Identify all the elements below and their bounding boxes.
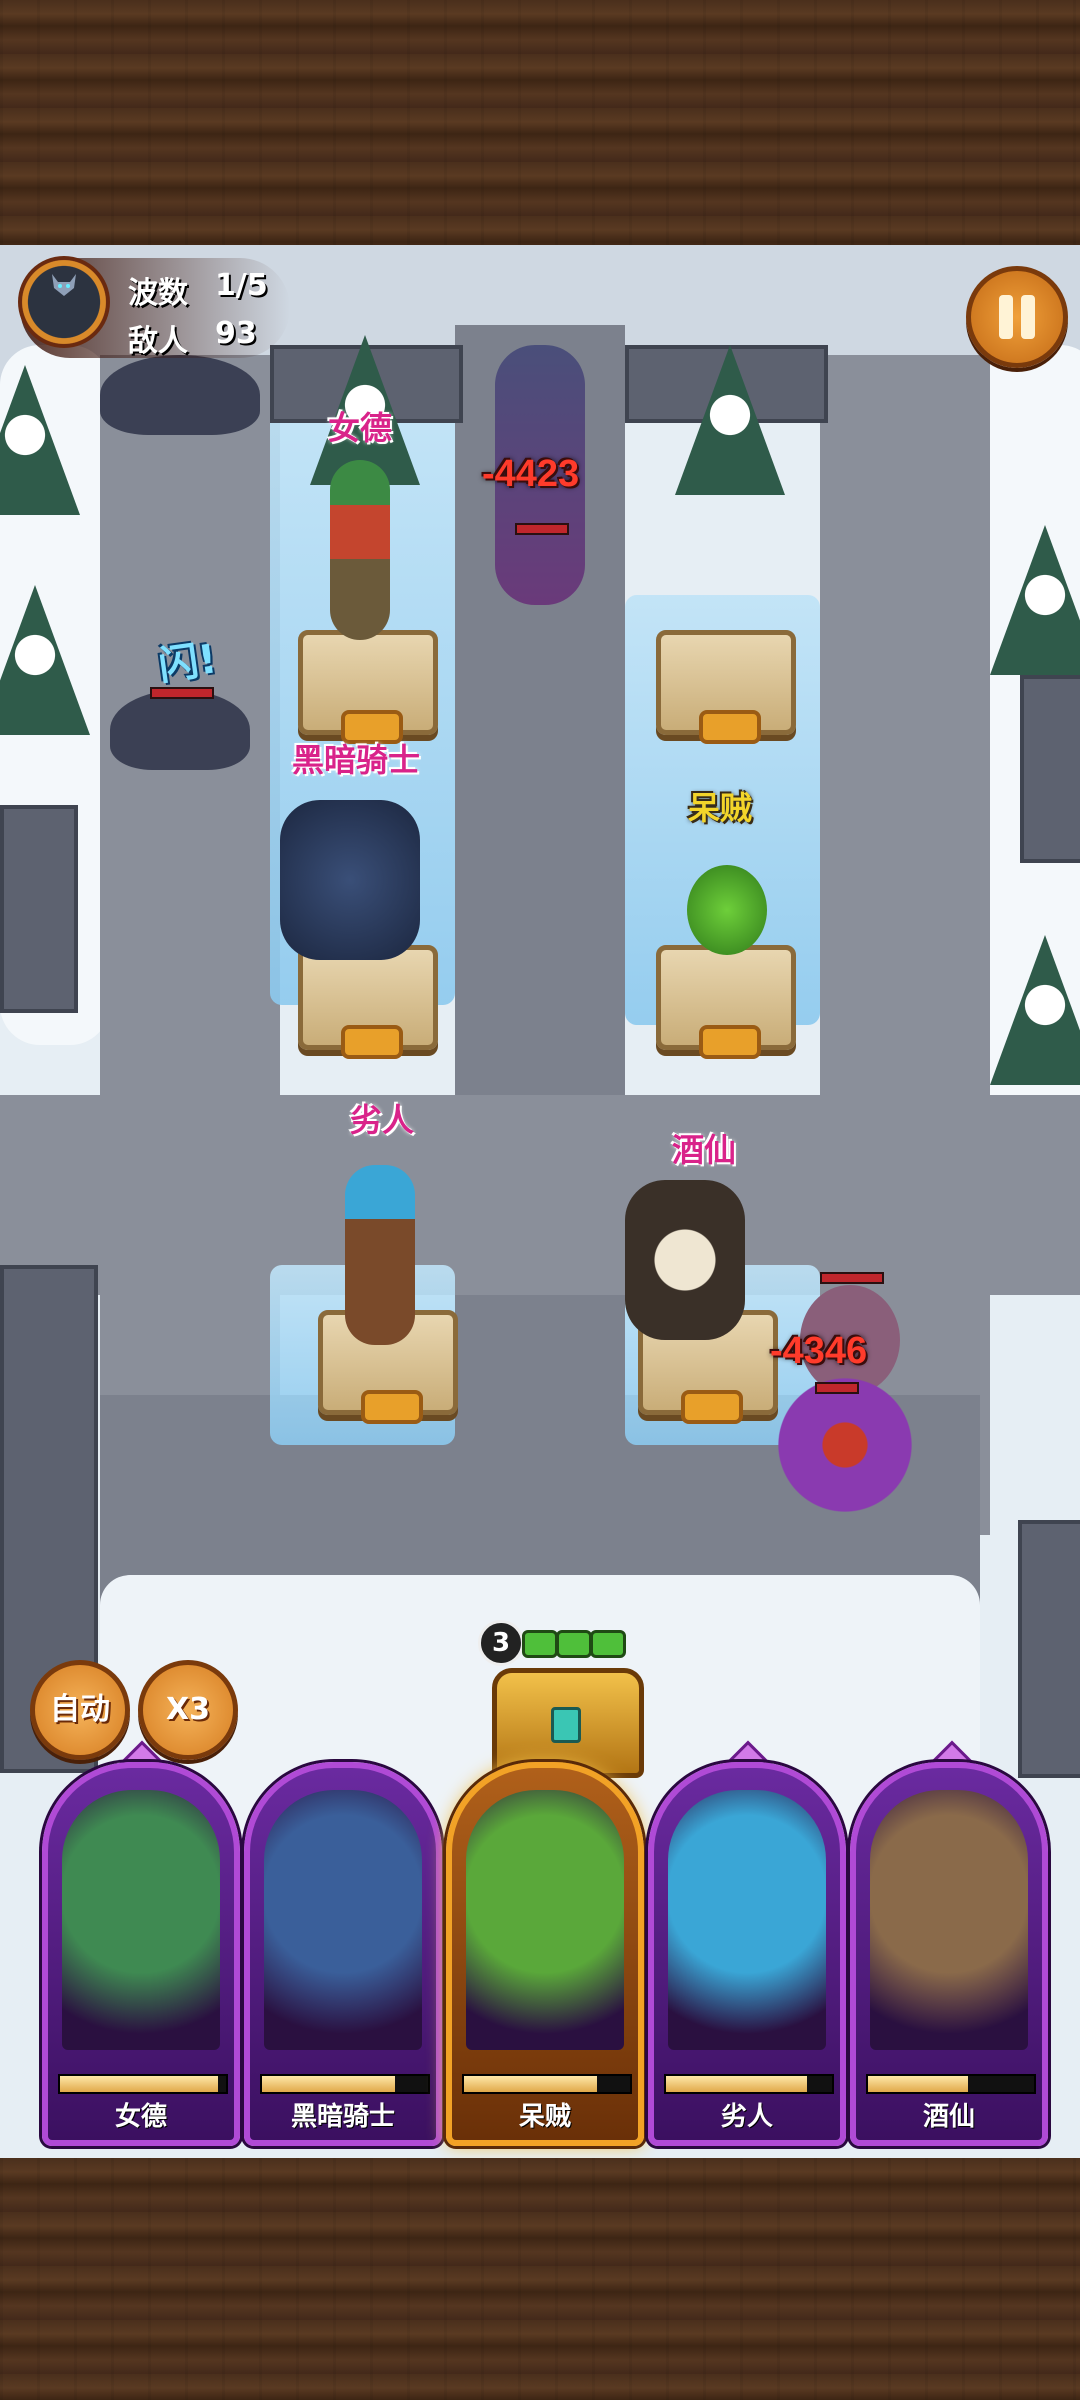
wave-label: 波数 (128, 276, 188, 311)
hero-card-dark-knight[interactable]: 黑暗骑士 (244, 1762, 442, 2146)
hero-portrait (264, 1790, 422, 2050)
hero-card-label: 劣人 (720, 2102, 773, 2132)
hero-card-label: 女德 (114, 2102, 167, 2132)
energy-bar-fill (464, 2076, 597, 2092)
energy-bar (462, 2074, 632, 2094)
stone-pillar-left (0, 805, 78, 1013)
energy-bar-fill (666, 2076, 808, 2092)
pine-tree (0, 365, 80, 515)
hero-card-lieren[interactable]: 劣人 (648, 1762, 846, 2146)
speed-button[interactable]: X3 (138, 1660, 238, 1760)
damage-number: -4423 (482, 453, 580, 495)
auto-button[interactable]: 自动 (30, 1660, 130, 1760)
treasure-chest-icon[interactable] (492, 1668, 644, 1778)
pine-tree (990, 935, 1080, 1085)
energy-bar-fill (60, 2076, 218, 2092)
hero-name-dark-knight: 黑暗骑士 (292, 741, 421, 779)
tower-slot[interactable] (298, 630, 438, 744)
stone-tower-right (1018, 1520, 1080, 1778)
wave-progress: 3 (478, 1620, 628, 1666)
hero-dark-knight-unit[interactable] (280, 800, 420, 960)
hero-card-label: 呆贼 (518, 2102, 571, 2132)
stone-pillar-right (1020, 675, 1080, 863)
hero-portrait (466, 1790, 624, 2050)
top-wood-frame (0, 0, 1080, 245)
path-cross (0, 1095, 1080, 1295)
progress-segment (556, 1630, 592, 1658)
energy-bar (260, 2074, 430, 2094)
energy-bar (664, 2074, 834, 2094)
enemy-hp-bar (515, 523, 569, 535)
hero-nvde-unit[interactable] (330, 460, 390, 640)
bottom-wood-frame (0, 2158, 1080, 2400)
hero-name-daizei: 呆贼 (688, 789, 753, 827)
hero-card-daizei[interactable]: 呆贼 (446, 1762, 644, 2146)
energy-bar (866, 2074, 1036, 2094)
wave-value: 1/5 (215, 268, 268, 303)
pine-tree (675, 345, 785, 495)
hero-card-label: 黑暗骑士 (290, 2102, 395, 2132)
tower-slot[interactable] (298, 945, 438, 1059)
hero-card-jiuxian[interactable]: 酒仙 (850, 1762, 1048, 2146)
hero-lieren-unit[interactable] (345, 1165, 415, 1345)
wave-progress-number: 3 (478, 1620, 524, 1666)
horned-helmet-icon (52, 274, 76, 296)
hero-name-jiuxian: 酒仙 (672, 1131, 737, 1169)
burning-enemy (760, 1375, 930, 1515)
enemy-count: 93 (215, 316, 257, 351)
hero-name-nvde: 女德 (328, 409, 393, 447)
hero-daizei-unit[interactable] (687, 865, 767, 955)
enemy-label: 敌人 (128, 324, 188, 359)
player-avatar[interactable] (18, 256, 110, 348)
energy-bar-fill (262, 2076, 395, 2092)
pine-tree (990, 525, 1080, 675)
damage-number: -4346 (770, 1330, 868, 1372)
hero-jiuxian-unit[interactable] (625, 1180, 745, 1340)
energy-bar-fill (868, 2076, 968, 2092)
tower-slot[interactable] (656, 945, 796, 1059)
energy-bar (58, 2074, 228, 2094)
progress-segment (522, 1630, 558, 1658)
tower-slot[interactable] (656, 630, 796, 744)
enemy-hp-bar (815, 1382, 859, 1394)
hero-name-lieren: 劣人 (350, 1101, 415, 1139)
dodge-text: 闪! (155, 636, 220, 690)
gargoyle-enemy (100, 355, 260, 435)
progress-segment (590, 1630, 626, 1658)
hero-card-nvde[interactable]: 女德 (42, 1762, 240, 2146)
hero-portrait (870, 1790, 1028, 2050)
pine-tree (0, 585, 90, 735)
gargoyle-enemy (110, 690, 250, 770)
pause-button[interactable] (966, 266, 1068, 368)
enemy-hp-bar (820, 1272, 884, 1284)
hero-portrait (62, 1790, 220, 2050)
hero-card-label: 酒仙 (922, 2102, 975, 2132)
hero-portrait (668, 1790, 826, 2050)
